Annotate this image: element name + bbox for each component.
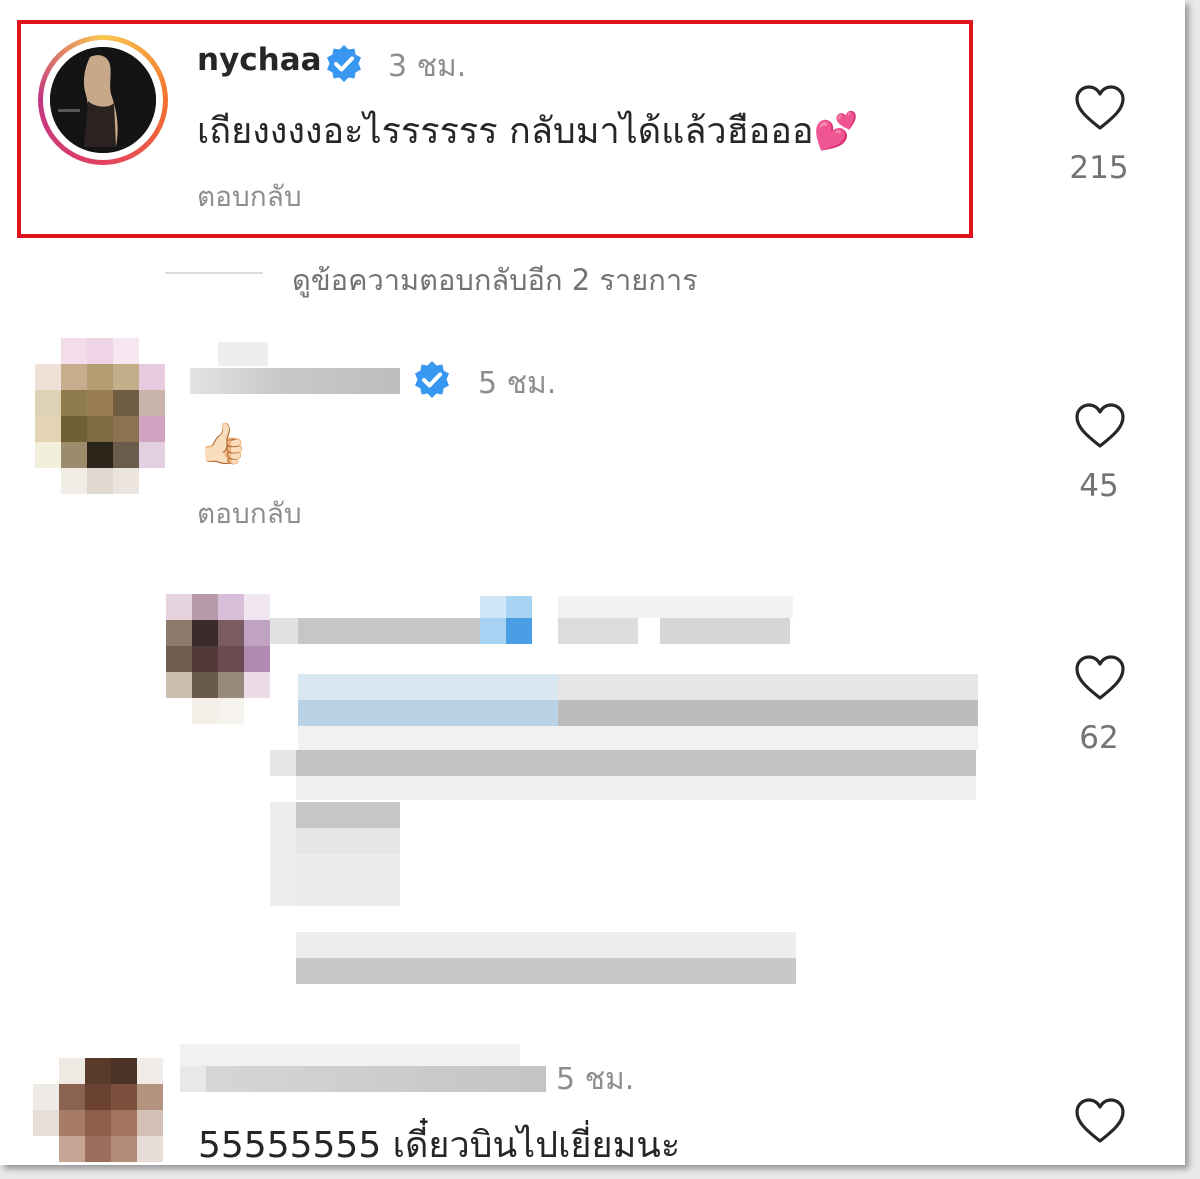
heart-icon[interactable]: [1074, 402, 1126, 450]
comment-time: 5 ชม.: [478, 366, 557, 401]
comment-username[interactable]: nychaa: [197, 42, 322, 78]
verified-badge-icon: [415, 361, 449, 398]
comment-text: เถียงงงงอะไรรรรรร กลับมาได้แล้วฮือออ💕: [197, 102, 858, 159]
pixelated-reply-content: [270, 596, 978, 984]
pixel-block: [218, 342, 268, 366]
avatar-nychaa[interactable]: [38, 35, 168, 165]
verified-badge-icon: [327, 45, 361, 82]
comment-thread: nychaa 3 ชม. เถียงงงงอะไรรรรรร กลับมาได้…: [0, 0, 1185, 1165]
avatar-photo: [50, 47, 156, 153]
heart-icon[interactable]: [1074, 84, 1126, 132]
pixelated-avatar: [166, 594, 270, 724]
reply-button[interactable]: ตอบกลับ: [197, 175, 302, 219]
comment-text: 55555555 เดี๋ยวบินไปเยี่ยมนะ: [198, 1125, 681, 1165]
avatar[interactable]: [166, 594, 272, 726]
pixelated-avatar: [33, 1058, 163, 1162]
two-hearts-emoji: 💕: [813, 111, 859, 152]
like-count: 45: [1079, 468, 1119, 504]
divider-line: [165, 272, 263, 274]
pixel-block: [180, 1044, 520, 1066]
avatar[interactable]: [33, 1058, 165, 1165]
comment-time: 5 ชม.: [556, 1062, 635, 1097]
comment-text-body: เถียงงงงอะไรรรรรร กลับมาได้แล้วฮือออ: [197, 111, 814, 152]
reply-button[interactable]: ตอบกลับ: [197, 492, 302, 536]
avatar[interactable]: [35, 338, 167, 496]
like-count: 62: [1079, 720, 1119, 756]
like-count: 215: [1069, 150, 1129, 186]
thumbs-up-emoji: 👍🏻: [198, 421, 248, 467]
heart-icon[interactable]: [1074, 654, 1126, 702]
pixelated-avatar: [35, 338, 165, 494]
comment-time: 3 ชม.: [388, 49, 467, 84]
view-replies-link[interactable]: ดูข้อความตอบกลับอีก 2 รายการ: [292, 257, 698, 303]
pixel-block: [180, 1066, 206, 1092]
comment-username[interactable]: [206, 1066, 546, 1092]
heart-icon[interactable]: [1074, 1097, 1126, 1145]
comment-username[interactable]: [190, 368, 400, 394]
